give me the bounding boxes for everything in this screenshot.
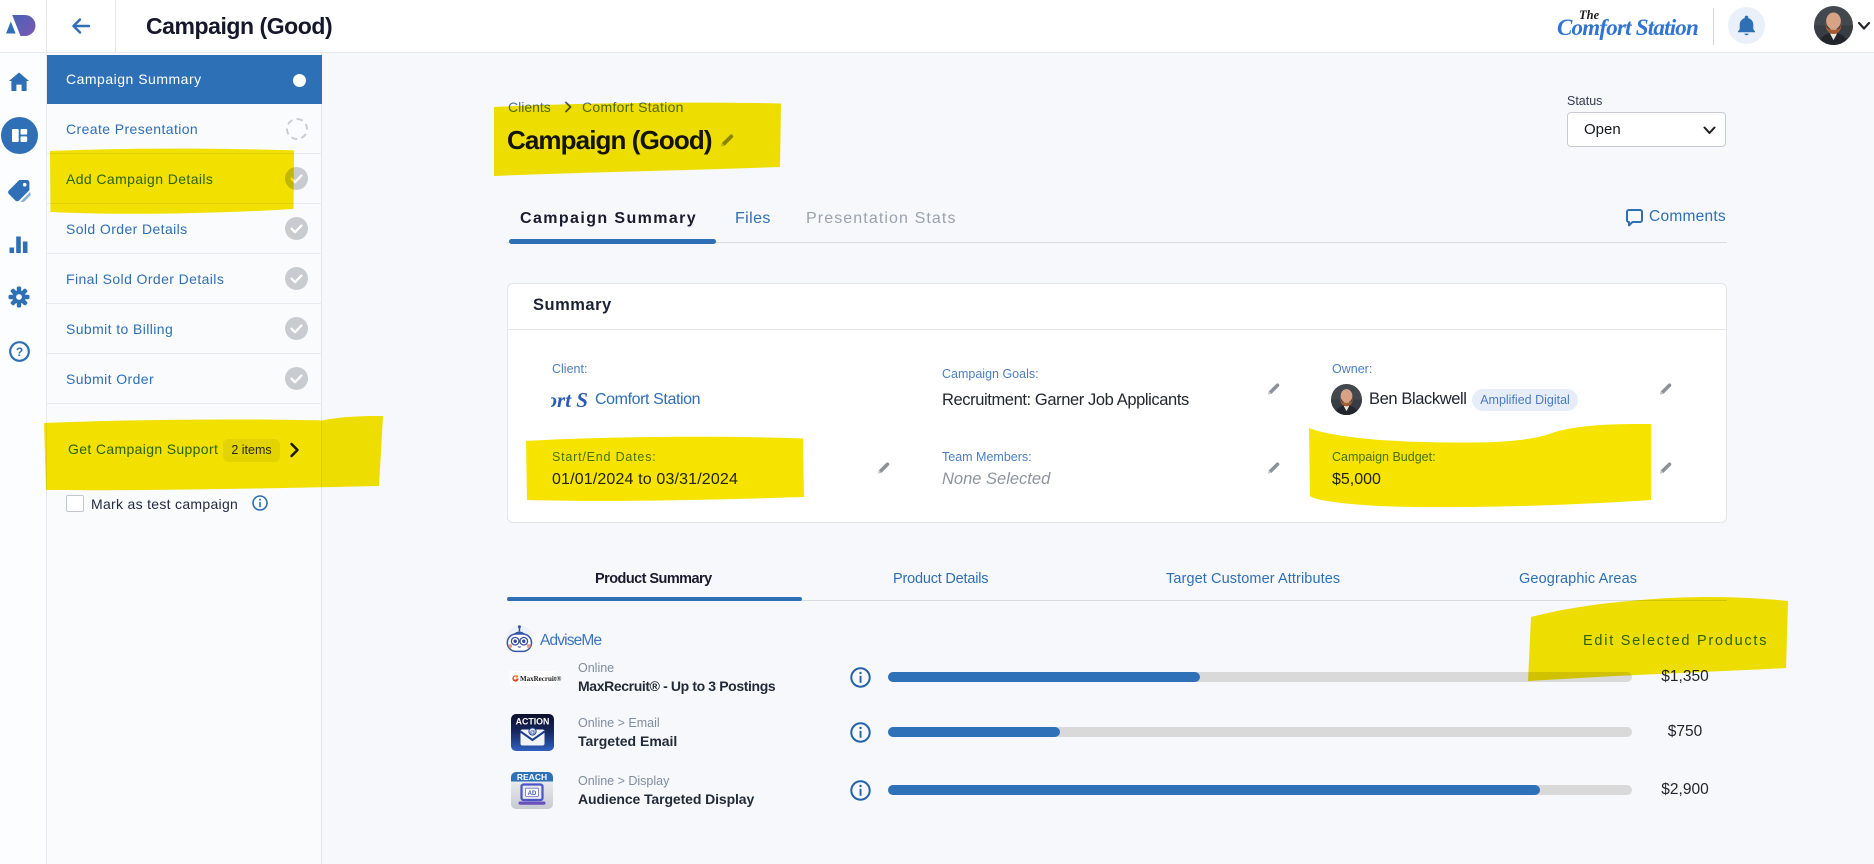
svg-text:ACTION: ACTION [516, 717, 550, 727]
svg-text:AD: AD [528, 791, 537, 797]
svg-text:REACH: REACH [517, 772, 547, 782]
svg-text:?: ? [16, 345, 23, 359]
svg-text:@: @ [530, 730, 536, 736]
